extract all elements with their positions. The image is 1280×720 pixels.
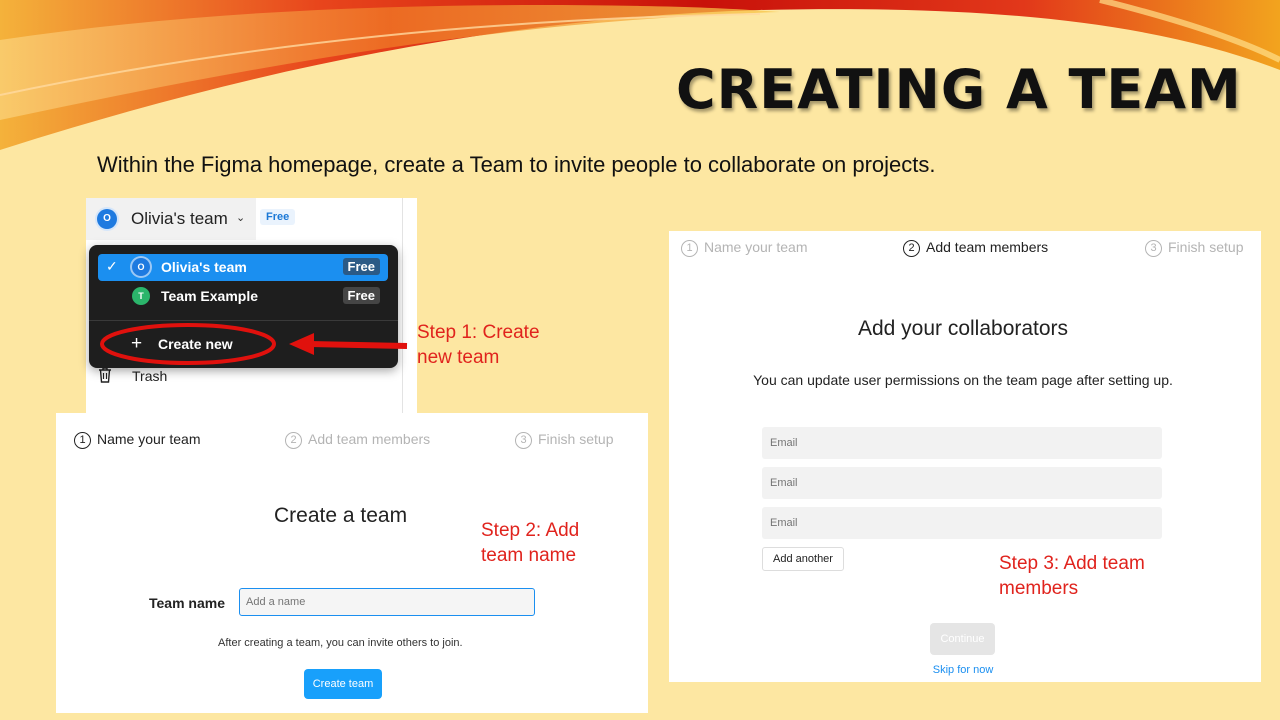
step1-annotation: Step 1: Create new team bbox=[417, 322, 540, 368]
step2-annotation: Step 2: Add team name bbox=[481, 520, 580, 566]
step-label: Add team members bbox=[926, 239, 1049, 255]
create-team-button[interactable]: Create team bbox=[304, 669, 382, 699]
email-field[interactable] bbox=[762, 467, 1162, 499]
slide-title: CREATING A TEAM bbox=[676, 58, 1242, 121]
add-another-button[interactable]: Add another bbox=[762, 547, 844, 571]
team-name: Olivia's team bbox=[131, 209, 228, 228]
menu-divider bbox=[89, 320, 398, 321]
skip-link[interactable]: Skip for now bbox=[669, 664, 1257, 676]
plan-chip: Free bbox=[260, 209, 296, 225]
step-number: 1 bbox=[74, 432, 91, 449]
sidebar-divider bbox=[402, 198, 403, 413]
check-icon: ✓ bbox=[106, 258, 118, 274]
step-name-your-team: 1 Name your team bbox=[74, 431, 200, 449]
step-number: 3 bbox=[1145, 240, 1162, 257]
email-field[interactable] bbox=[762, 427, 1162, 459]
slide-subtitle: Within the Figma homepage, create a Team… bbox=[97, 152, 936, 177]
sidebar-item-trash[interactable]: Trash bbox=[98, 367, 167, 386]
create-team-title: Create a team bbox=[274, 504, 408, 527]
plus-icon: + bbox=[131, 333, 143, 354]
menu-item-olivias-team[interactable]: ✓ O Olivia's team Free bbox=[98, 254, 388, 281]
team-name-label: Team name bbox=[149, 595, 225, 611]
team-switcher-button[interactable]: O Olivia's team ⌄ bbox=[86, 198, 256, 240]
team-avatar: T bbox=[132, 287, 150, 305]
step-finish-setup: 3 Finish setup bbox=[515, 431, 613, 449]
chevron-down-icon: ⌄ bbox=[236, 212, 246, 224]
step-label: Name your team bbox=[704, 239, 808, 255]
step-number: 1 bbox=[681, 240, 698, 257]
menu-item-label: Team Example bbox=[161, 288, 259, 304]
step-label: Name your team bbox=[97, 431, 201, 447]
step-label: Finish setup bbox=[1168, 239, 1244, 255]
step-number: 3 bbox=[515, 432, 532, 449]
trash-label: Trash bbox=[132, 368, 168, 384]
collaborators-title: Add your collaborators bbox=[857, 317, 1069, 340]
team-avatar: O bbox=[97, 209, 117, 229]
add-collaborators-panel: 1 Name your team 2 Add team members 3 Finis… bbox=[669, 231, 1261, 682]
collaborators-subtitle: You can update user permissions on the t… bbox=[753, 372, 1173, 388]
step3-annotation: Step 3: Add team members bbox=[999, 553, 1145, 599]
team-name-input[interactable] bbox=[239, 588, 535, 616]
continue-button[interactable]: Continue bbox=[930, 623, 995, 655]
plan-badge: Free bbox=[342, 287, 380, 304]
team-avatar: O bbox=[132, 258, 150, 276]
step-label: Finish setup bbox=[538, 431, 614, 447]
email-field[interactable] bbox=[762, 507, 1162, 539]
step-label: Add team members bbox=[308, 431, 431, 447]
step-name-your-team: 1 Name your team bbox=[681, 239, 807, 257]
create-team-hint: After creating a team, you can invite ot… bbox=[218, 637, 463, 649]
step-add-team-members: 2 Add team members bbox=[285, 431, 430, 449]
team-dropdown-menu: ✓ O Olivia's team Free T Team Example Fr… bbox=[89, 245, 398, 368]
step-add-team-members: 2 Add team members bbox=[903, 239, 1048, 257]
create-new-label: Create new bbox=[158, 336, 233, 352]
trash-icon bbox=[99, 367, 111, 383]
menu-item-label: Olivia's team bbox=[161, 259, 247, 275]
menu-item-team-example[interactable]: T Team Example Free bbox=[98, 283, 388, 310]
plan-badge: Free bbox=[342, 258, 380, 275]
step-number: 2 bbox=[903, 240, 920, 257]
step-finish-setup: 3 Finish setup bbox=[1145, 239, 1243, 257]
step-number: 2 bbox=[285, 432, 302, 449]
